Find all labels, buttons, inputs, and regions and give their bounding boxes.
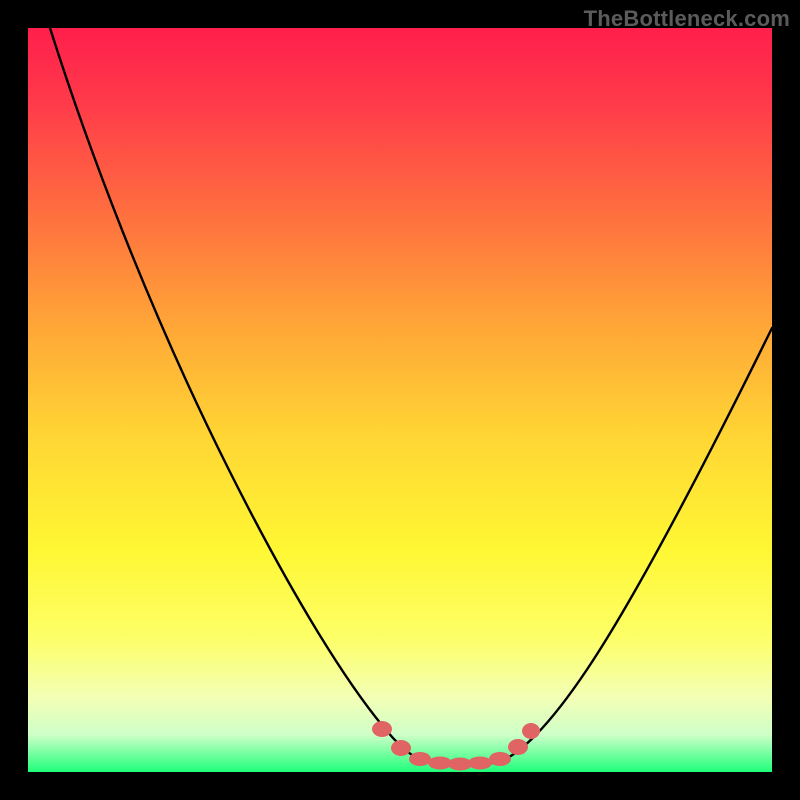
watermark-text: TheBottleneck.com — [584, 6, 790, 32]
marker-dot — [372, 721, 392, 737]
curve-right — [498, 328, 772, 762]
marker-dot — [508, 739, 528, 755]
bottleneck-curve-svg — [28, 28, 772, 772]
marker-dot — [409, 752, 431, 766]
marker-dot — [391, 740, 411, 756]
marker-dot — [489, 752, 511, 766]
curve-left — [50, 28, 426, 762]
marker-group — [372, 721, 540, 771]
chart-plot-area — [28, 28, 772, 772]
marker-dot — [522, 723, 540, 739]
marker-dot — [468, 757, 492, 770]
